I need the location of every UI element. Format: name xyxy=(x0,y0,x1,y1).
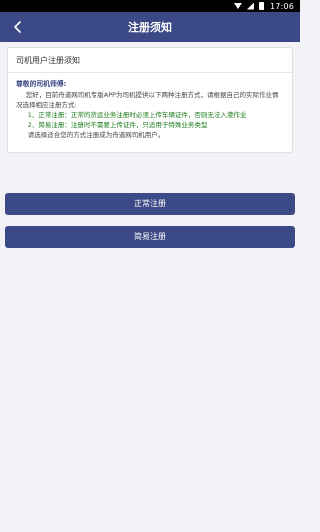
page-title: 注册须知 xyxy=(128,21,172,34)
notice-intro: 您好，目前舟道网司机专版APP为司机提供以下两种注册方式，请根据自己的实际作业情… xyxy=(16,91,279,110)
status-time: 17:06 xyxy=(269,1,294,11)
normal-register-button[interactable]: 正常注册 xyxy=(5,193,295,215)
status-icons xyxy=(233,2,264,10)
notice-greeting: 尊敬的司机师傅: xyxy=(16,80,67,88)
notice-title: 司机用户注册须知 xyxy=(8,48,292,73)
nav-bar: 注册须知 xyxy=(0,12,300,42)
notice-card: 司机用户注册须知 尊敬的司机师傅: 您好，目前舟道网司机专版APP为司机提供以下… xyxy=(7,47,293,153)
chevron-left-icon xyxy=(14,21,21,33)
battery-icon xyxy=(258,2,264,10)
back-button[interactable] xyxy=(8,17,28,37)
notice-body: 尊敬的司机师傅: 您好，目前舟道网司机专版APP为司机提供以下两种注册方式，请根… xyxy=(8,73,292,140)
status-bar: 17:06 xyxy=(0,0,300,12)
simple-register-button[interactable]: 简易注册 xyxy=(5,226,295,248)
notice-option-normal: 1、正常注册：正常的货运业务注册时必须上传车辆证件，否则无法入港作业 xyxy=(27,111,247,120)
signal-icon xyxy=(246,2,254,10)
notice-option-simple: 2、简易注册：注册时不需要上传证件，只适用于特殊业务类型 xyxy=(27,121,208,130)
wifi-icon xyxy=(233,3,242,9)
notice-closing: 请选择适合您的方式注册成为舟道网司机用户。 xyxy=(27,131,165,140)
